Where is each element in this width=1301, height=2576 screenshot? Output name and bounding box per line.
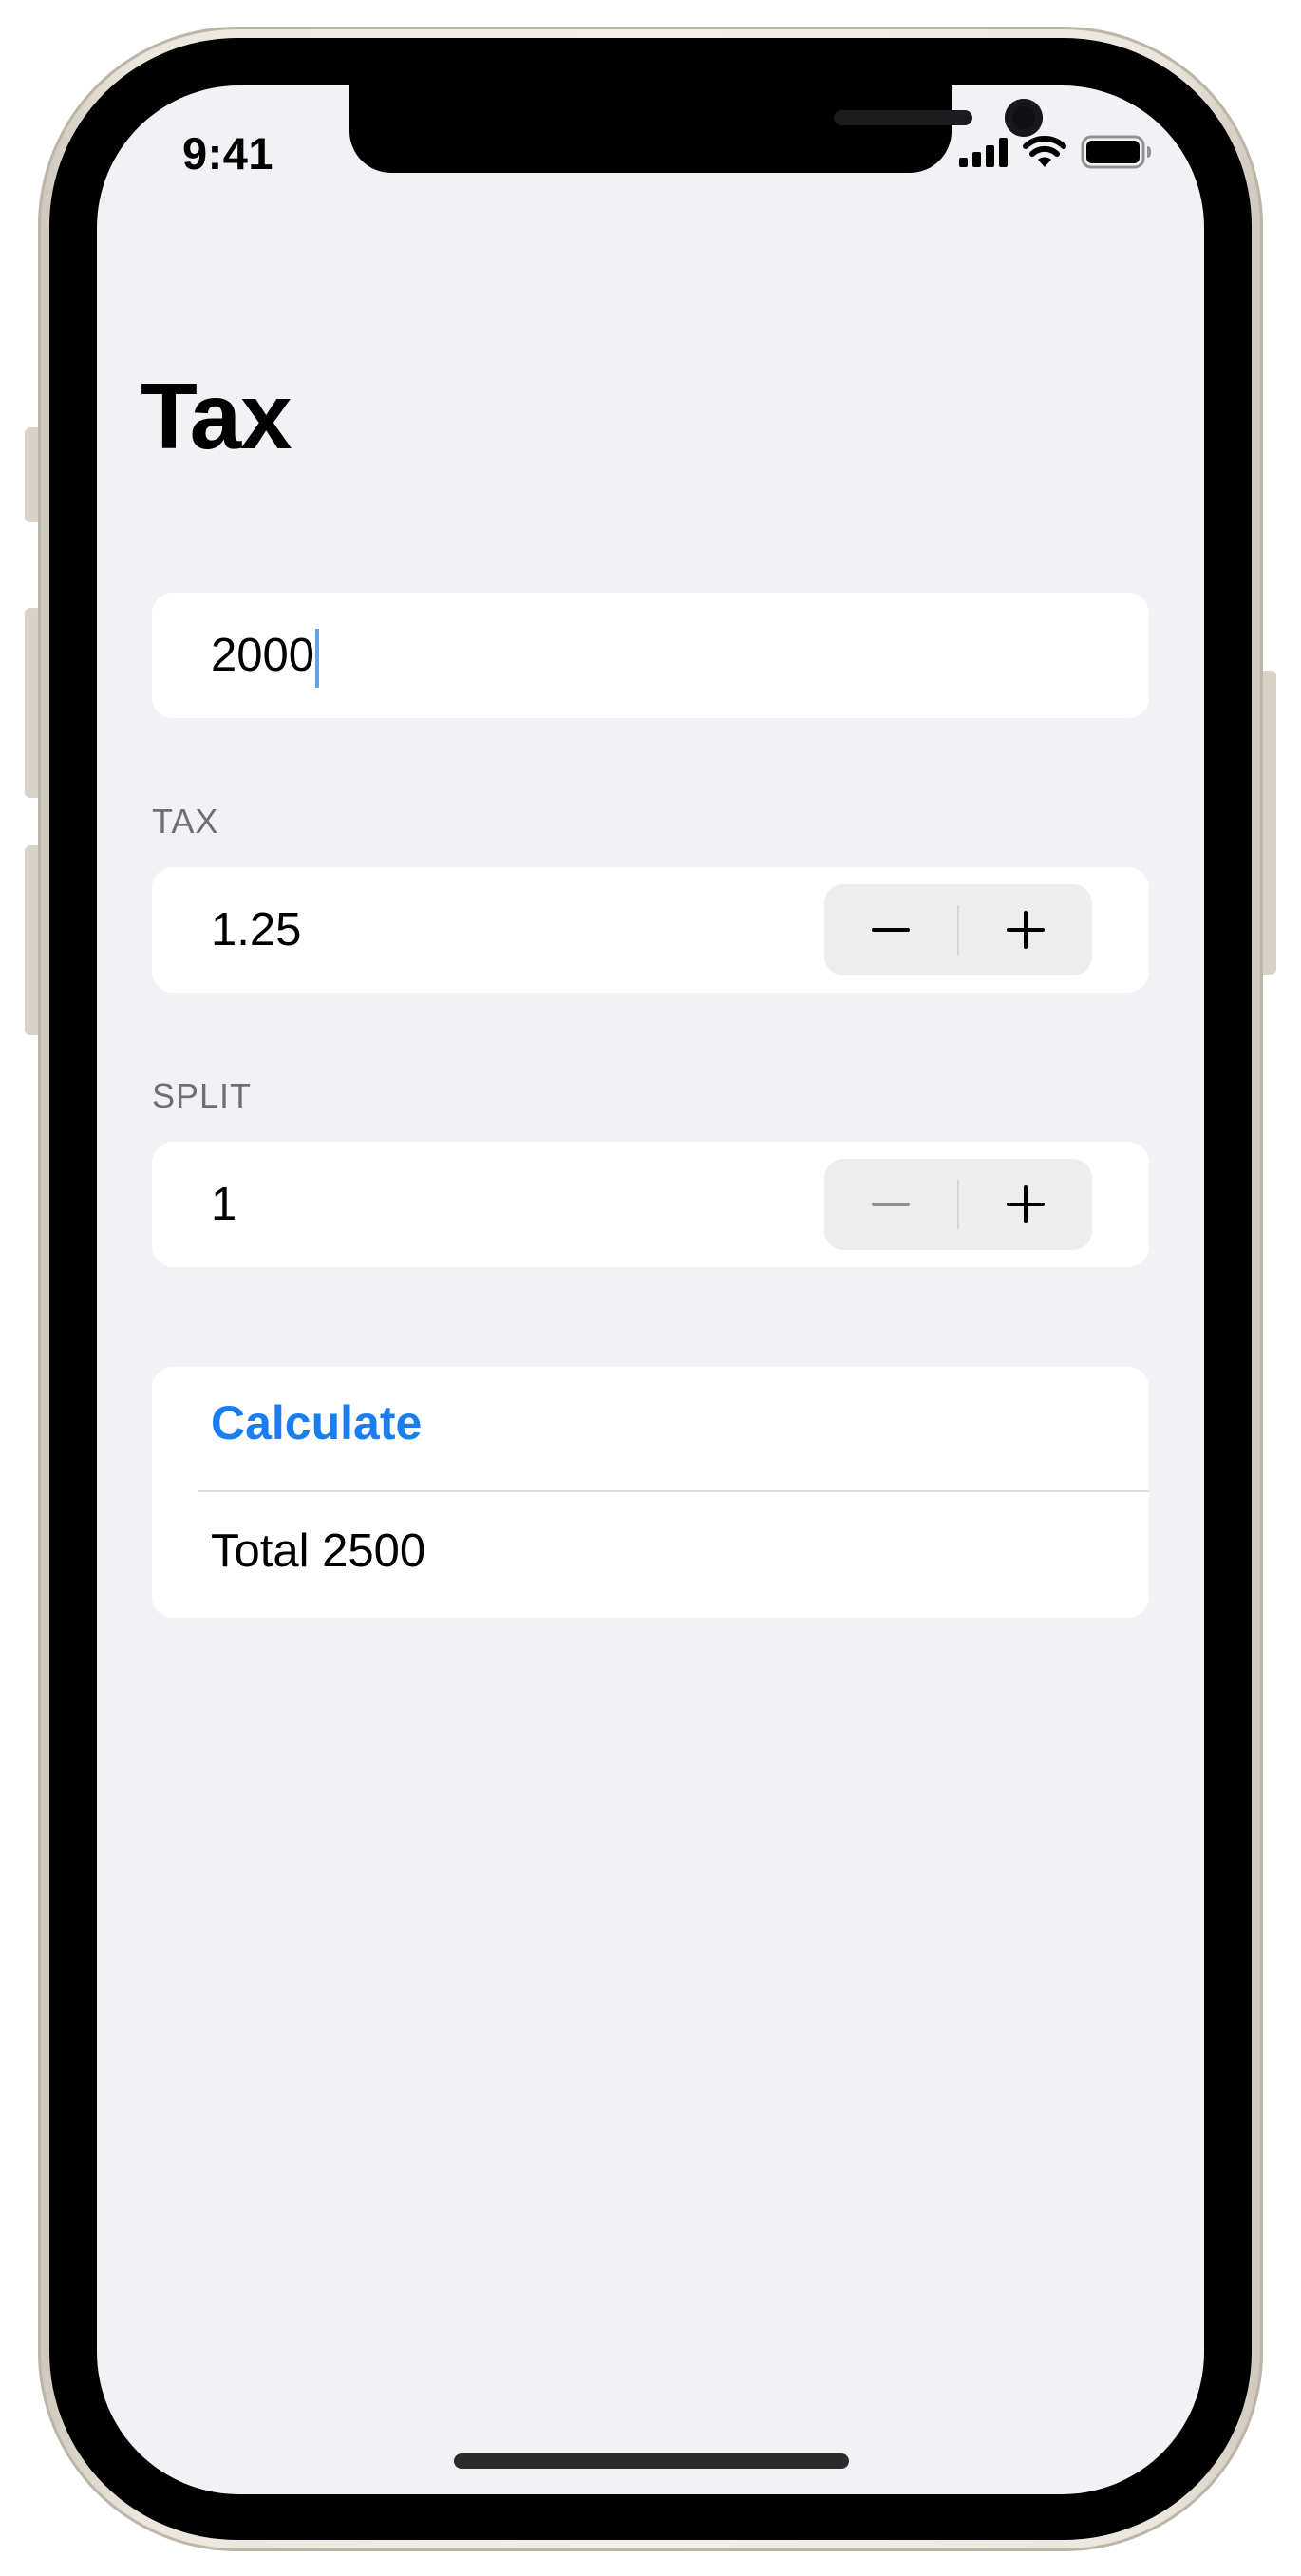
status-time: 9:41 — [181, 128, 274, 179]
amount-field[interactable]: 2000 — [152, 593, 1149, 718]
screen: 9:41 Tax 2000 TAX 1.25 SPLIT 1 Calculate… — [97, 85, 1204, 2494]
result-card: Calculate Total 2500 — [152, 1367, 1149, 1618]
tax-decrement-button[interactable] — [824, 884, 957, 975]
plus-icon — [1007, 911, 1045, 949]
split-increment-button[interactable] — [959, 1159, 1092, 1250]
wifi-icon — [1023, 136, 1066, 167]
amount-value: 2000 — [211, 630, 315, 681]
text-cursor — [315, 629, 320, 689]
minus-icon — [872, 928, 910, 932]
page-title: Tax — [141, 364, 292, 468]
tax-row: 1.25 — [152, 867, 1149, 993]
row-separator — [198, 1490, 1149, 1492]
status-icons — [959, 133, 1153, 171]
front-camera — [1005, 99, 1043, 137]
tax-stepper[interactable] — [824, 884, 1092, 975]
calculate-button[interactable]: Calculate — [211, 1395, 422, 1450]
split-stepper[interactable] — [824, 1159, 1092, 1250]
split-value: 1 — [211, 1179, 237, 1230]
split-decrement-button[interactable] — [824, 1159, 957, 1250]
home-indicator[interactable] — [454, 2453, 849, 2469]
notch — [349, 85, 1043, 173]
tax-value: 1.25 — [211, 904, 302, 956]
split-row: 1 — [152, 1142, 1149, 1267]
battery-icon — [1081, 135, 1151, 169]
plus-icon — [1007, 1185, 1045, 1223]
split-section-label: SPLIT — [152, 1076, 253, 1115]
tax-section-label: TAX — [152, 802, 219, 841]
minus-icon — [872, 1203, 910, 1206]
tax-increment-button[interactable] — [959, 884, 1092, 975]
total-text: Total 2500 — [211, 1525, 426, 1577]
cellular-signal-icon — [959, 138, 1008, 167]
speaker-grille — [834, 110, 972, 125]
